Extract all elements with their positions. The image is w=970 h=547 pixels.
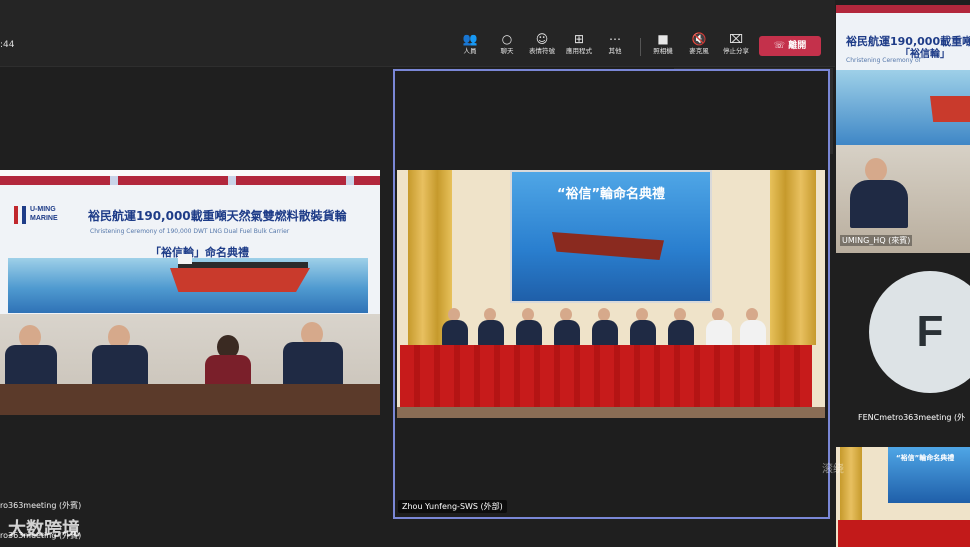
red-draped-table	[400, 345, 812, 407]
reactions-icon: ☺	[535, 32, 549, 46]
logo-mark	[14, 206, 26, 224]
chat-icon: ○	[501, 32, 513, 46]
camera-icon: ■	[657, 32, 669, 46]
banner-stripe	[0, 176, 380, 185]
curtain-right	[770, 170, 816, 345]
participant-name-label: UMING_HQ (來賓)	[840, 235, 913, 246]
meeting-timer: :44	[0, 40, 15, 50]
participant-name-label: FENCmetro363meeting (外	[858, 413, 966, 422]
ship-bridge	[178, 254, 192, 264]
ship-hull	[930, 96, 970, 122]
leave-button[interactable]: ☏ 離開	[759, 36, 821, 56]
more-icon: ⋯	[609, 32, 621, 46]
banner-subtitle: Christening Ceremony of 190,000 DWT LNG …	[90, 228, 290, 235]
ship-deck	[178, 262, 308, 269]
participant-name-label: ro363meeting (外賓)	[0, 501, 82, 510]
curtain	[840, 447, 862, 522]
people-icon: 👥	[462, 32, 478, 46]
red-draped-table	[838, 520, 970, 547]
stage-floor	[397, 407, 825, 418]
camera-button[interactable]: ■ 照相機	[643, 32, 683, 62]
more-button[interactable]: ⋯ 其他	[595, 32, 635, 62]
banner-title: 裕民航運190,000載重噸天然氣雙燃料散裝貨輪	[88, 209, 347, 223]
toolbar-divider	[640, 38, 641, 56]
chat-button[interactable]: ○ 聊天	[487, 32, 527, 62]
mic-off-icon: 🔇	[691, 32, 707, 46]
mic-button[interactable]: 🔇 麥克風	[679, 32, 719, 62]
phone-hangup-icon: ☏	[773, 41, 786, 51]
banner-subtitle: Christening Ceremony of	[846, 57, 921, 64]
people-button[interactable]: 👥 人員	[450, 32, 490, 62]
reactions-button[interactable]: ☺ 表情符號	[522, 32, 562, 62]
stop-share-icon: ⌧	[729, 32, 743, 46]
curtain-left	[408, 170, 452, 345]
banner-stripe	[836, 5, 970, 13]
ceremony-table	[0, 384, 380, 415]
speaker-body	[850, 180, 908, 228]
apps-icon: ⊞	[573, 32, 585, 46]
projection-title: “裕信”輪命名典禮	[556, 187, 666, 202]
participant-name-label: Zhou Yunfeng-SWS (外部)	[398, 500, 507, 513]
ship-hull	[170, 268, 310, 292]
stop-share-button[interactable]: ⌧ 停止分享	[716, 32, 756, 62]
apps-button[interactable]: ⊞ 應用程式	[559, 32, 599, 62]
u-ming-logo: U-MING MARINE	[14, 204, 78, 226]
watermark-text: 大数跨境	[8, 519, 80, 540]
projection-title: “裕信”輪命名典禮	[896, 454, 955, 462]
watermark-side-text: 滚绕	[822, 462, 844, 475]
speaker-head	[865, 158, 887, 182]
